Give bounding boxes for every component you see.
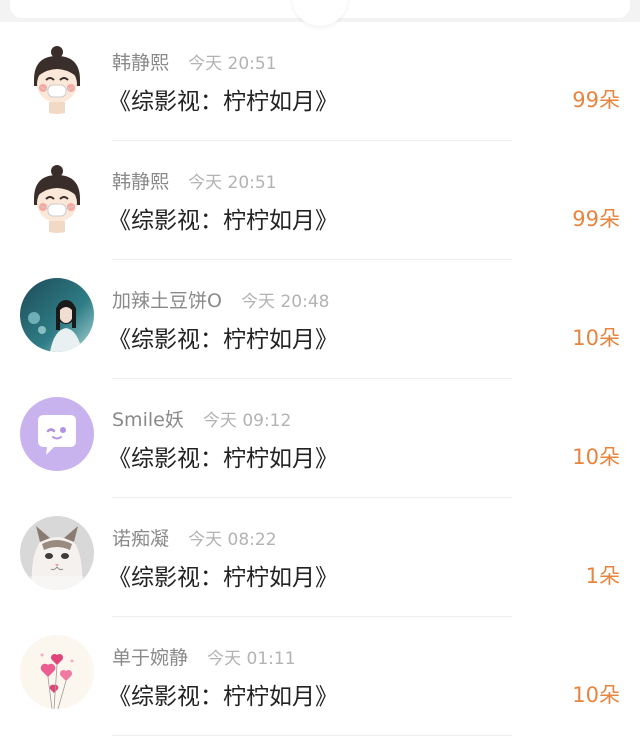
list-item[interactable]: 单于婉静 今天 01:11 《综影视：柠柠如月》 10朵 — [0, 617, 640, 736]
chat-bubble-avatar-icon[interactable] — [20, 397, 94, 471]
cartoon-girl-avatar-icon[interactable] — [20, 159, 94, 233]
timestamp: 今天 20:48 — [241, 292, 330, 312]
flower-count: 1朵 — [585, 564, 620, 588]
book-title[interactable]: 《综影视：柠柠如月》 — [108, 439, 338, 473]
book-title[interactable]: 《综影视：柠柠如月》 — [108, 677, 338, 711]
list-item[interactable]: 诺痴凝 今天 08:22 《综影视：柠柠如月》 1朵 — [0, 498, 640, 617]
divider — [112, 735, 512, 736]
gift-list: 韩静熙 今天 20:51 《综影视：柠柠如月》 99朵 韩静熙 今天 20:51… — [0, 22, 640, 736]
user-name[interactable]: Smile妖 — [112, 409, 184, 431]
item-meta: 韩静熙 今天 20:51 — [112, 167, 277, 193]
timestamp: 今天 09:12 — [202, 411, 292, 431]
flower-count: 10朵 — [572, 683, 620, 707]
item-meta: 韩静熙 今天 20:51 — [112, 48, 277, 74]
book-title[interactable]: 《综影视：柠柠如月》 — [108, 558, 338, 592]
list-item[interactable]: 加辣土豆饼O 今天 20:48 《综影视：柠柠如月》 10朵 — [0, 260, 640, 379]
timestamp: 今天 20:51 — [188, 173, 277, 193]
item-meta: 加辣土豆饼O 今天 20:48 — [112, 286, 329, 312]
flower-count: 99朵 — [572, 88, 620, 112]
user-name[interactable]: 加辣土豆饼O — [112, 290, 222, 312]
list-item[interactable]: Smile妖 今天 09:12 《综影视：柠柠如月》 10朵 — [0, 379, 640, 498]
hearts-avatar-icon[interactable] — [20, 635, 94, 709]
item-meta: Smile妖 今天 09:12 — [112, 405, 291, 431]
timestamp: 今天 08:22 — [188, 530, 277, 550]
timestamp: 今天 01:11 — [207, 649, 296, 669]
item-meta: 诺痴凝 今天 08:22 — [112, 524, 277, 550]
flower-count: 99朵 — [572, 207, 620, 231]
cat-avatar-icon[interactable] — [20, 516, 94, 590]
user-name[interactable]: 韩静熙 — [112, 52, 169, 74]
top-bar — [0, 0, 640, 26]
photo-girl-avatar-icon[interactable] — [20, 278, 94, 352]
user-name[interactable]: 诺痴凝 — [112, 528, 169, 550]
user-name[interactable]: 单于婉静 — [112, 647, 188, 669]
timestamp: 今天 20:51 — [188, 54, 277, 74]
cartoon-girl-avatar-icon[interactable] — [20, 40, 94, 114]
list-item[interactable]: 韩静熙 今天 20:51 《综影视：柠柠如月》 99朵 — [0, 141, 640, 260]
item-meta: 单于婉静 今天 01:11 — [112, 643, 296, 669]
list-item[interactable]: 韩静熙 今天 20:51 《综影视：柠柠如月》 99朵 — [0, 22, 640, 141]
book-title[interactable]: 《综影视：柠柠如月》 — [108, 201, 338, 235]
flower-count: 10朵 — [572, 445, 620, 469]
user-name[interactable]: 韩静熙 — [112, 171, 169, 193]
flower-count: 10朵 — [572, 326, 620, 350]
book-title[interactable]: 《综影视：柠柠如月》 — [108, 82, 338, 116]
book-title[interactable]: 《综影视：柠柠如月》 — [108, 320, 338, 354]
